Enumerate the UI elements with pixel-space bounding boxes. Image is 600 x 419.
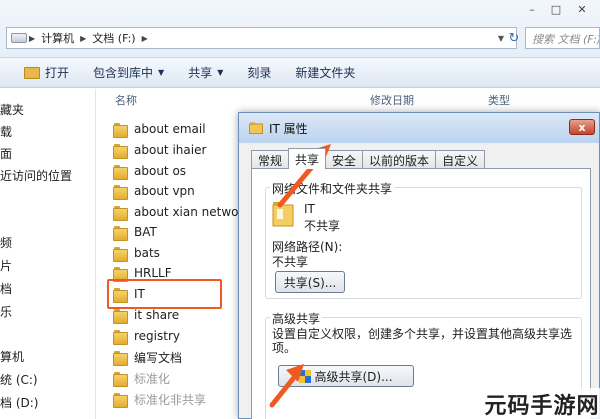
brand-logo: 元码手游网 (484, 388, 600, 419)
tab-sharing[interactable]: 共享 (288, 148, 327, 169)
annotation-arrows (269, 144, 331, 408)
arrow-icon (269, 364, 304, 408)
